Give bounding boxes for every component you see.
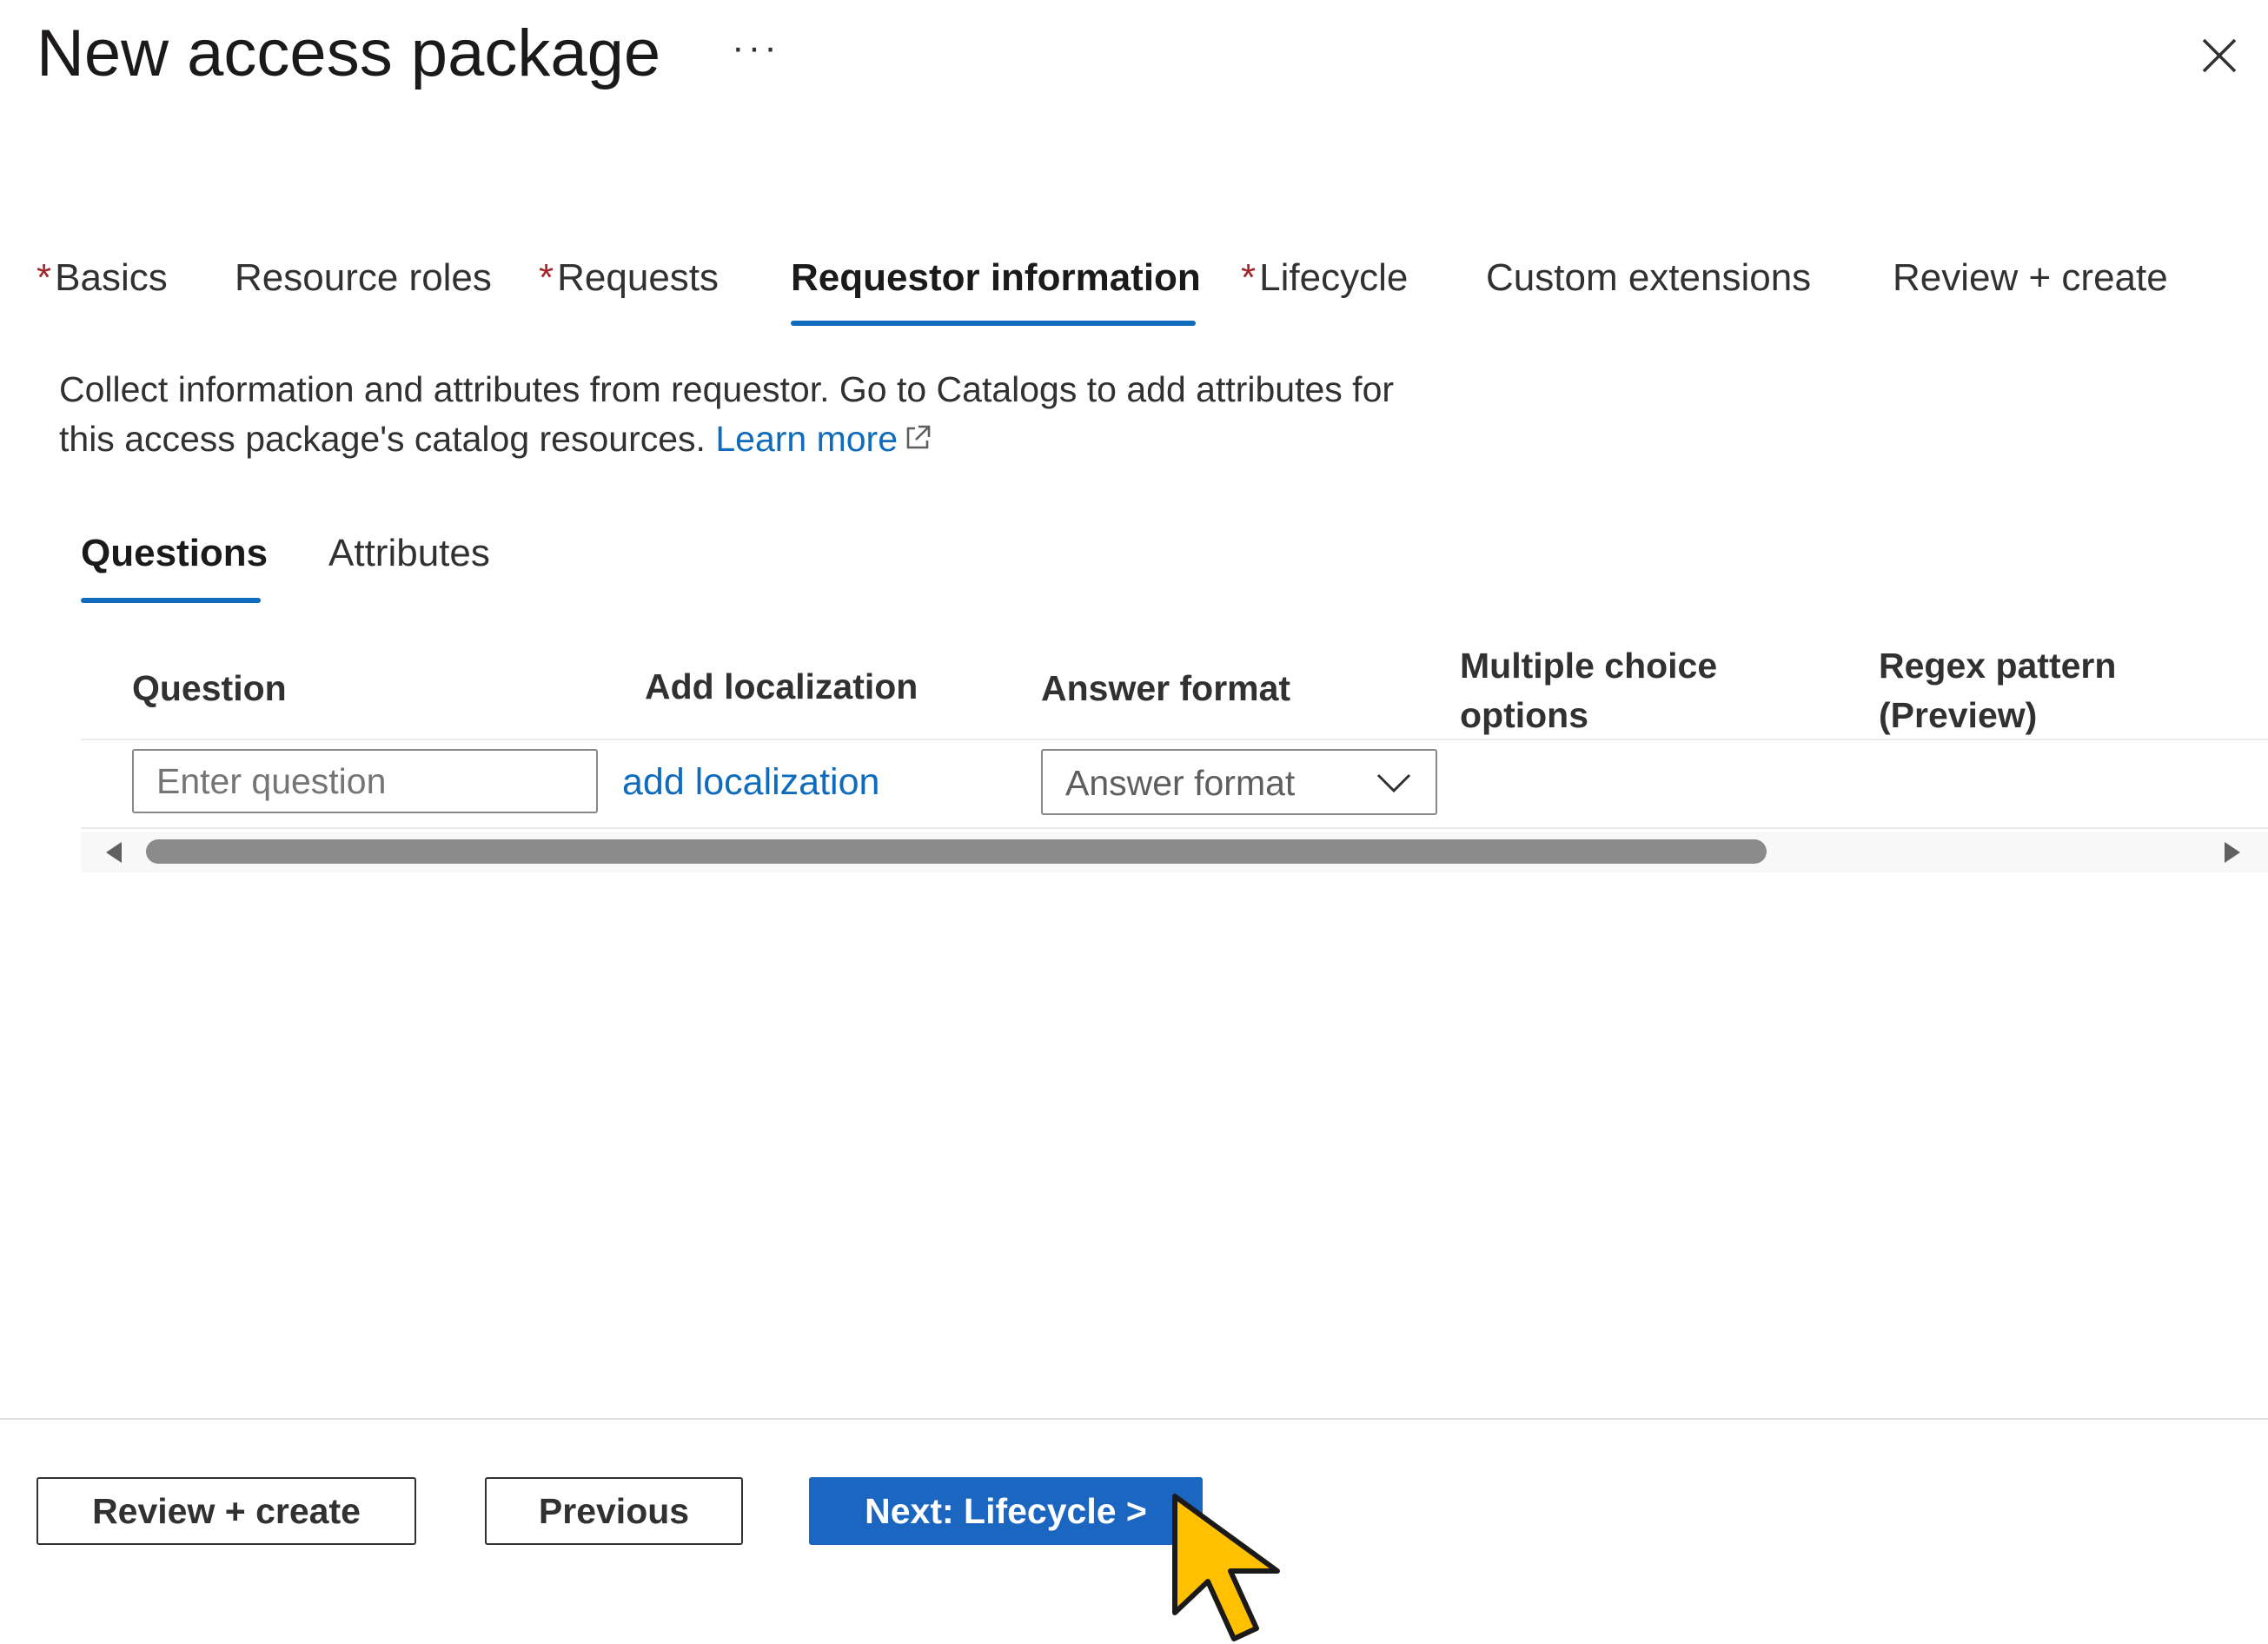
previous-button[interactable]: Previous <box>485 1477 743 1545</box>
row-divider <box>81 827 2268 829</box>
tab-requests[interactable]: *Requests <box>539 256 719 300</box>
tab-requestor-information[interactable]: Requestor information <box>791 256 1201 300</box>
tab-basics[interactable]: *Basics <box>36 256 168 300</box>
tab-label: Custom extensions <box>1486 256 1812 299</box>
subtab-questions[interactable]: Questions <box>81 532 268 575</box>
tab-review-create[interactable]: Review + create <box>1893 256 2168 300</box>
page-description: Collect information and attributes from … <box>59 365 1554 464</box>
tab-label: Resource roles <box>235 256 492 299</box>
tab-label: Review + create <box>1893 256 2168 299</box>
scroll-right-arrow-icon[interactable] <box>2219 839 2245 865</box>
active-subtab-indicator <box>81 598 261 603</box>
review-create-button[interactable]: Review + create <box>36 1477 416 1545</box>
column-header-question: Question <box>132 668 287 708</box>
learn-more-label: Learn more <box>715 419 899 459</box>
required-marker: * <box>539 256 554 299</box>
tab-label: Requestor information <box>791 256 1201 299</box>
tab-label: Basics <box>55 256 168 299</box>
column-header-multiple-choice-options: Multiple choice options <box>1460 641 1717 740</box>
header-line: options <box>1460 695 1589 735</box>
chevron-down-icon <box>1376 773 1411 793</box>
mouse-pointer-icon <box>1172 1494 1280 1641</box>
tab-resource-roles[interactable]: Resource roles <box>235 256 492 300</box>
header-line: (Preview) <box>1879 695 2038 735</box>
subtab-attributes[interactable]: Attributes <box>328 532 490 575</box>
tab-custom-extensions[interactable]: Custom extensions <box>1486 256 1811 300</box>
add-localization-link[interactable]: add localization <box>622 761 879 804</box>
column-header-answer-format: Answer format <box>1041 668 1291 708</box>
tab-label: Requests <box>557 256 720 299</box>
description-line-1: Collect information and attributes from … <box>59 369 1395 409</box>
close-icon[interactable] <box>2200 36 2238 75</box>
page-title: New access package <box>36 17 661 90</box>
more-options-button[interactable]: ··· <box>732 26 780 70</box>
learn-more-link[interactable]: Learn more <box>715 419 932 459</box>
column-header-add-localization: Add localization <box>645 666 918 706</box>
header-line: Regex pattern <box>1879 646 2117 686</box>
next-lifecycle-button[interactable]: Next: Lifecycle > <box>809 1477 1203 1545</box>
answer-format-dropdown[interactable]: Answer format <box>1041 749 1437 815</box>
header-divider <box>81 739 2268 740</box>
column-header-regex-pattern: Regex pattern (Preview) <box>1879 641 2116 740</box>
answer-format-placeholder: Answer format <box>1065 763 1296 803</box>
header-line: Multiple choice <box>1460 646 1718 686</box>
tab-lifecycle[interactable]: *Lifecycle <box>1241 256 1408 300</box>
scrollbar-thumb[interactable] <box>146 839 1767 864</box>
tab-label: Lifecycle <box>1259 256 1409 299</box>
scroll-left-arrow-icon[interactable] <box>101 839 127 865</box>
required-marker: * <box>1241 256 1257 299</box>
active-tab-indicator <box>791 321 1196 326</box>
external-link-icon <box>906 425 931 449</box>
footer-divider <box>0 1418 2268 1420</box>
description-line-2: this access package's catalog resources. <box>59 419 706 459</box>
question-input[interactable] <box>132 749 598 813</box>
required-marker: * <box>36 256 52 299</box>
